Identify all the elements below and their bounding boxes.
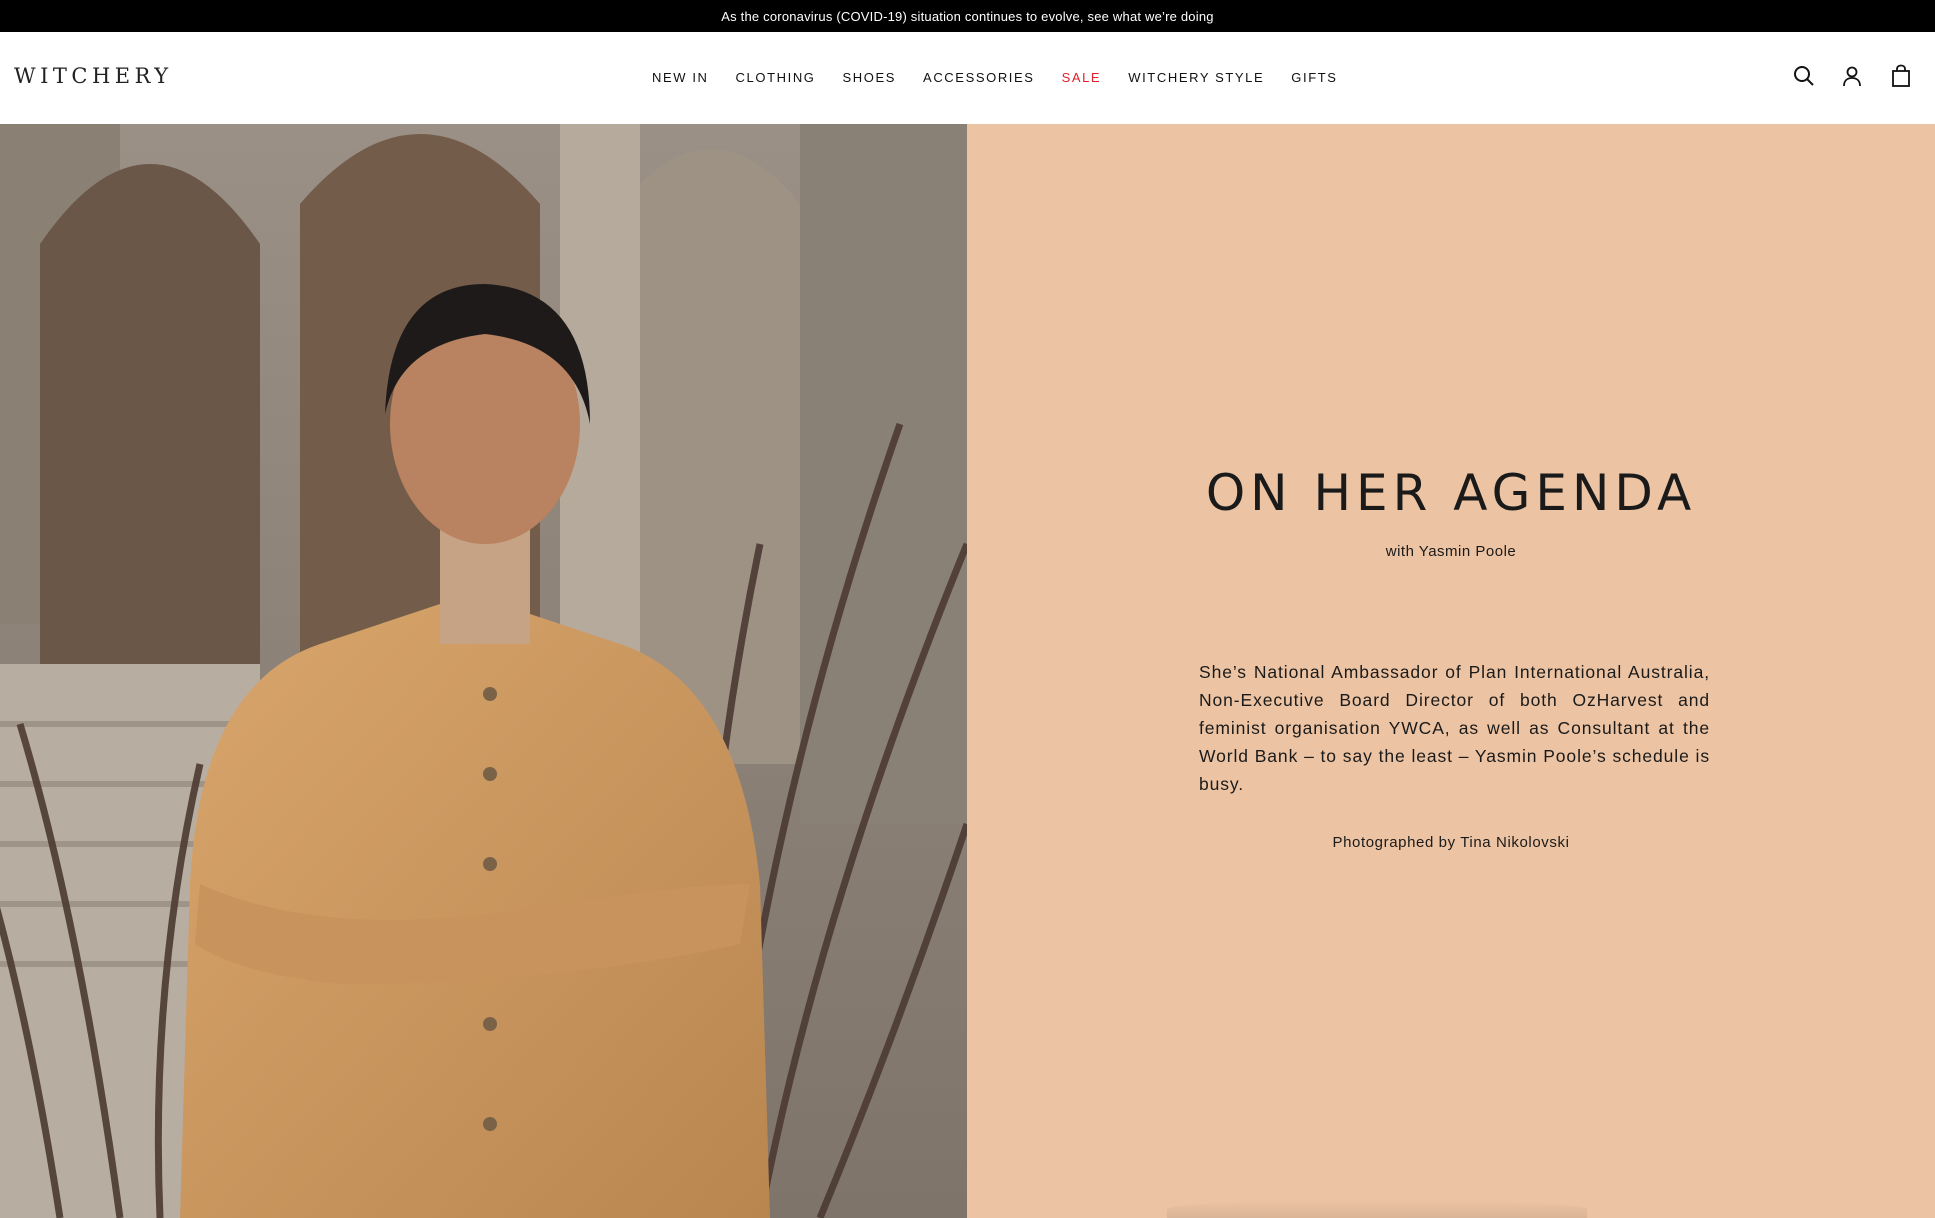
main-nav: NEW IN CLOTHING SHOES ACCESSORIES SALE W… — [652, 70, 1365, 85]
bottom-shadow — [1167, 1200, 1587, 1218]
intro-paragraph: She’s National Ambassador of Plan Intern… — [1199, 662, 1710, 794]
bag-icon[interactable] — [1888, 62, 1914, 90]
hero-section: ON HER AGENDA with Yasmin Poole She’s Na… — [0, 124, 1935, 1218]
site-header: WITCHERY NEW IN CLOTHING SHOES ACCESSORI… — [0, 32, 1935, 124]
nav-item-witchery-style[interactable]: WITCHERY STYLE — [1128, 70, 1264, 85]
photo-credit: Photographed by Tina Nikolovski — [1332, 834, 1570, 851]
nav-item-shoes[interactable]: SHOES — [843, 70, 897, 85]
announcement-text[interactable]: As the coronavirus (COVID-19) situation … — [721, 9, 1213, 24]
nav-item-accessories[interactable]: ACCESSORIES — [923, 70, 1035, 85]
nav-item-new-in[interactable]: NEW IN — [652, 70, 709, 85]
brand-logo[interactable]: WITCHERY — [14, 64, 173, 88]
nav-item-sale[interactable]: SALE — [1062, 70, 1102, 85]
account-icon[interactable] — [1839, 62, 1865, 90]
announcement-bar[interactable]: As the coronavirus (COVID-19) situation … — [0, 0, 1935, 32]
page-title: ON HER AGENDA — [1205, 464, 1697, 522]
hero-image — [0, 124, 967, 1218]
header-actions — [1785, 62, 1935, 92]
nav-item-clothing[interactable]: CLOTHING — [736, 70, 816, 85]
editorial-panel: ON HER AGENDA with Yasmin Poole She’s Na… — [967, 124, 1935, 1218]
nav-item-gifts[interactable]: GIFTS — [1291, 70, 1337, 85]
search-icon[interactable] — [1791, 62, 1817, 90]
page-subtitle: with Yasmin Poole — [1385, 543, 1517, 560]
